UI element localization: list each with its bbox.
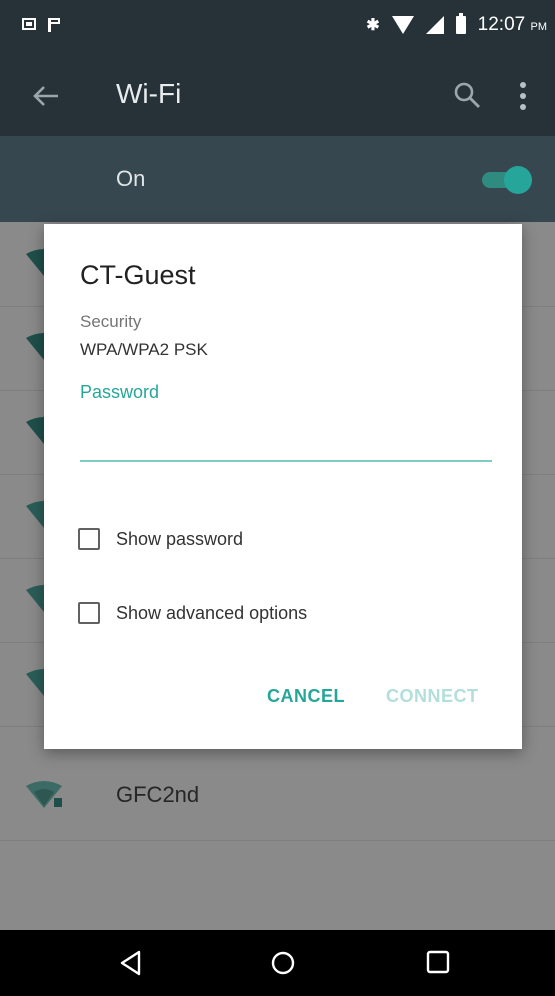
password-input[interactable] [80,420,492,462]
search-icon[interactable] [452,80,482,110]
connect-button[interactable]: CONNECT [386,686,479,707]
bluetooth-icon: ✱ [366,17,380,34]
notification-flag-icon [48,18,60,32]
cancel-button[interactable]: CANCEL [267,686,345,707]
show-password-label: Show password [116,528,244,549]
show-advanced-label: Show advanced options [116,602,308,623]
more-vert-icon[interactable] [518,80,528,112]
back-arrow-icon[interactable] [30,80,62,112]
wifi-signal-icon [26,781,62,808]
security-value: WPA/WPA2 PSK [80,340,208,359]
security-label: Security [80,312,142,331]
dialog-title: CT-Guest [80,260,196,290]
wifi-switch-label: On [116,166,146,191]
wifi-icon [391,16,414,34]
show-password-checkbox[interactable] [78,528,100,550]
status-bar: ✱ 12:07 PM [0,0,555,56]
list-item[interactable]: GFC2nd [0,754,555,841]
clock: 12:07 PM [477,14,547,35]
wifi-connect-dialog: CT-Guest Security WPA/WPA2 PSK Password … [44,224,522,749]
nav-home-icon[interactable] [270,950,296,976]
nav-back-icon[interactable] [118,950,144,976]
system-nav-bar [0,930,555,996]
wifi-toggle[interactable] [478,166,532,194]
show-password-row[interactable]: Show password [78,524,243,554]
toggle-thumb [504,166,532,194]
nav-recents-icon[interactable] [426,950,450,974]
battery-icon [455,13,466,34]
page-title: Wi-Fi [116,78,182,109]
password-label: Password [80,382,160,402]
show-advanced-checkbox[interactable] [78,602,100,624]
show-advanced-row[interactable]: Show advanced options [78,598,307,628]
cellular-signal-icon [425,16,444,34]
wifi-master-switch-bar[interactable]: On [0,136,555,222]
notification-box-icon [22,18,36,30]
app-toolbar: Wi-Fi [0,56,555,136]
network-name: GFC2nd [116,782,200,807]
